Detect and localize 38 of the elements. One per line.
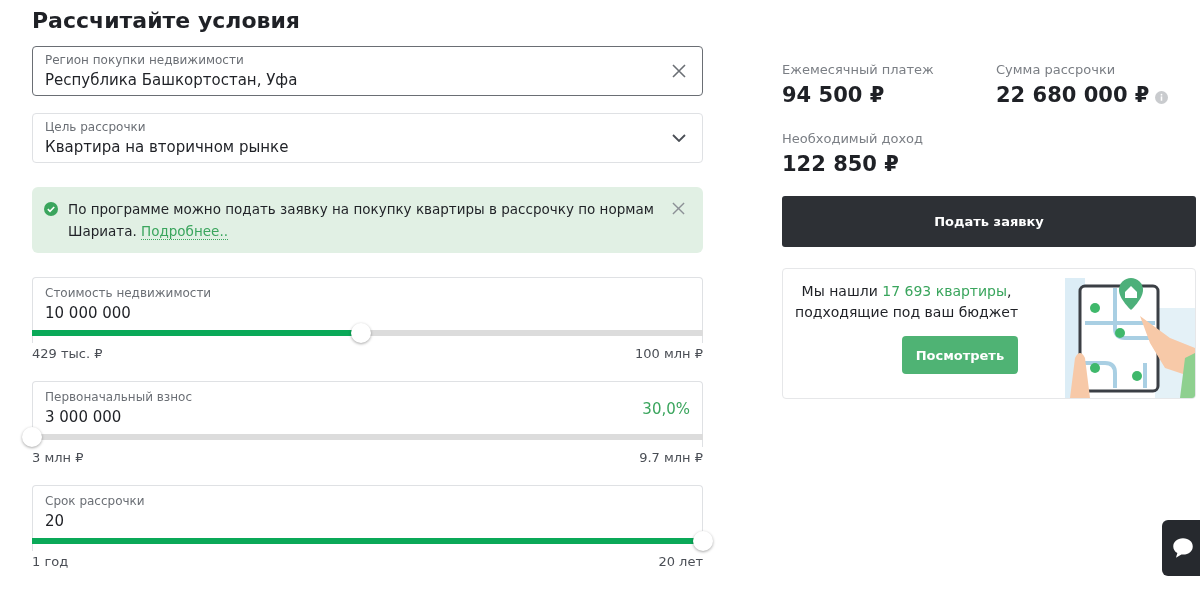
stat-label: Ежемесячный платеж <box>782 62 935 77</box>
slider-handle[interactable] <box>350 323 371 343</box>
close-icon[interactable] <box>672 202 685 215</box>
stat-label: Необходимый доход <box>782 131 925 146</box>
stat-value: 94 500 ₽ <box>782 83 885 107</box>
field-value: 20 <box>45 512 66 530</box>
slider-handle[interactable] <box>693 531 713 551</box>
apply-button[interactable]: Подать заявку <box>782 196 1196 247</box>
slider-field[interactable]: Стоимость недвижимости 10 000 000 <box>32 277 703 343</box>
chevron-down-icon <box>672 134 686 142</box>
range-min: 3 млн ₽ <box>32 450 84 465</box>
field-value: 3 000 000 <box>45 408 123 426</box>
purpose-dropdown[interactable]: Цель рассрочки Квартира на вторичном рынке <box>32 113 703 163</box>
close-icon[interactable] <box>672 64 686 78</box>
field-label: Срок рассрочки <box>45 494 145 508</box>
range-max: 20 лет <box>658 554 703 569</box>
field-label: Первоначальный взнос <box>45 390 192 404</box>
range-max: 9.7 млн ₽ <box>639 450 703 465</box>
field-label: Цель рассрочки <box>45 120 147 134</box>
info-icon[interactable] <box>1155 90 1169 104</box>
slider-handle[interactable] <box>22 427 42 447</box>
stat-value: 22 680 000 ₽ <box>996 83 1150 107</box>
percent-value: 30,0% <box>642 400 690 418</box>
field-value: 10 000 000 <box>45 304 132 322</box>
notice-text: По программе можно подать заявку на покупку квартиры в рассрочку по нормам Шариата. Подробнее.. <box>68 200 655 242</box>
field-value: Квартира на вторичном рынке <box>45 138 289 156</box>
check-circle-icon <box>44 202 58 216</box>
field-label: Регион покупки недвижимости <box>45 53 245 67</box>
promo-text: Мы нашли 17 693 квартиры, подходящие под ваш бюджет <box>795 282 1019 322</box>
field-value: Республика Башкортостан, Уфа <box>45 71 298 89</box>
range-min: 1 год <box>32 554 69 569</box>
stat-value: 122 850 ₽ <box>782 152 899 176</box>
range-max: 100 млн ₽ <box>635 346 703 361</box>
field-label: Стоимость недвижимости <box>45 286 212 300</box>
range-min: 429 тыс. ₽ <box>32 346 103 361</box>
page-heading: Рассчитайте условия <box>32 7 301 35</box>
stat-label: Сумма рассрочки <box>996 62 1117 77</box>
region-field[interactable]: Регион покупки недвижимости Республика Башкортостан, Уфа <box>32 46 703 96</box>
